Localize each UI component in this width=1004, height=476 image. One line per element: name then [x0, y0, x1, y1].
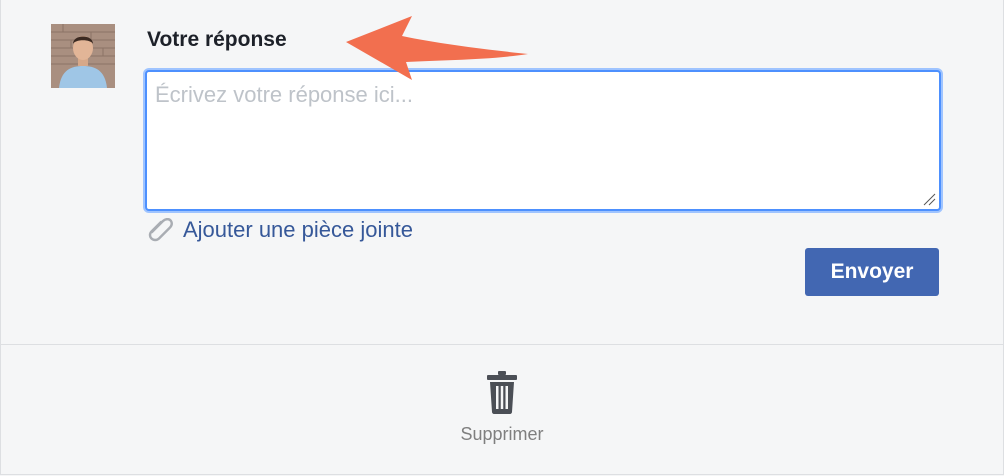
delete-label: Supprimer	[460, 424, 544, 444]
reply-textarea-container	[145, 70, 941, 211]
divider	[1, 344, 1003, 345]
reply-textarea[interactable]	[147, 72, 939, 209]
reply-title: Votre réponse	[147, 28, 287, 51]
trash-icon	[487, 371, 517, 414]
annotation-arrow-icon	[346, 16, 528, 80]
add-attachment-label: Ajouter une pièce jointe	[183, 217, 413, 242]
avatar	[51, 24, 115, 88]
resize-grip-icon[interactable]	[922, 192, 936, 206]
delete-button[interactable]: Supprimer	[431, 370, 573, 445]
add-attachment-link[interactable]: Ajouter une pièce jointe	[147, 217, 413, 243]
paperclip-icon	[148, 218, 173, 242]
send-button[interactable]: Envoyer	[805, 248, 939, 296]
